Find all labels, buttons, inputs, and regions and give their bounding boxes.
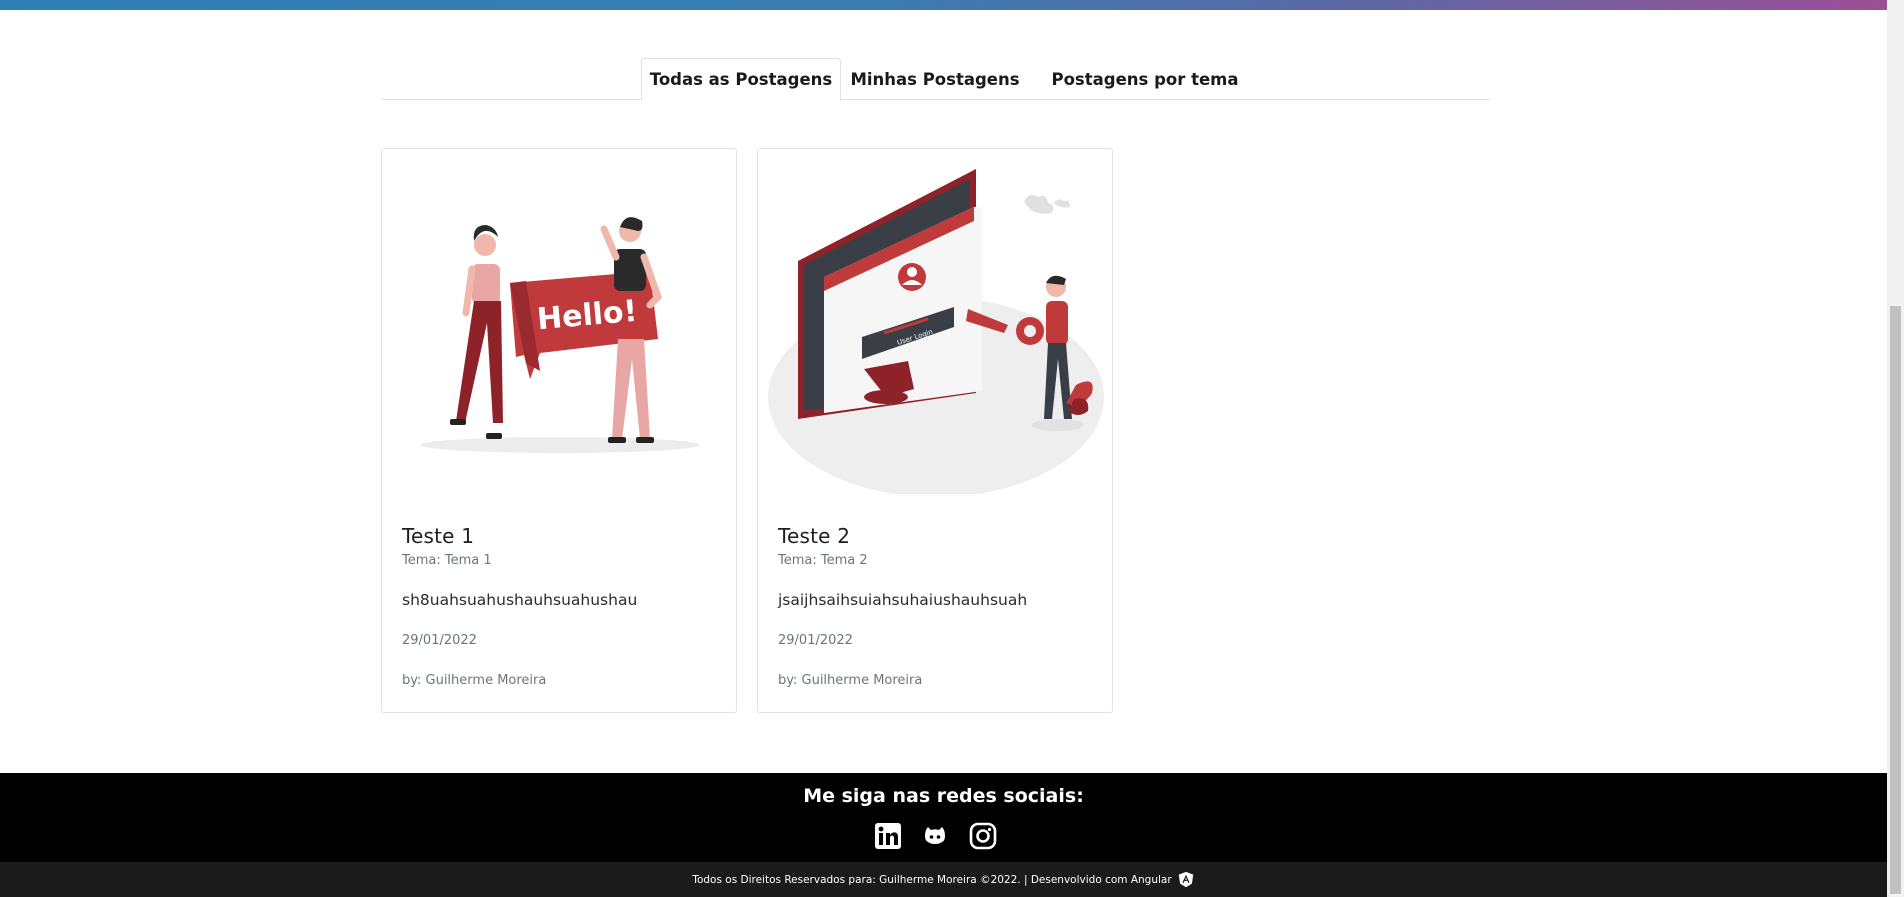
instagram-icon[interactable] [969,822,997,850]
post-text: sh8uahsuahushauhsuahushau [402,591,638,609]
post-tabs: Todas as Postagens Minhas Postagens Post… [381,58,1490,101]
copyright: Todos os Direitos Reservados para: Guilh… [0,862,1887,897]
footer: Me siga nas redes sociais: [0,773,1887,862]
top-gradient-bar [0,0,1887,10]
post-author: by: Guilherme Moreira [778,673,923,688]
user-login-illustration: User Login [768,169,1104,494]
post-card: User Login Teste 2 Tema: Tema 2 jsaijhsa… [757,148,1113,713]
post-text: jsaijhsaihsuiahsuhaiushauhsuah [778,591,1028,609]
post-card: Hello! Teste 1 Tema: Tema 1 sh8uahsuahus… [381,148,737,713]
post-theme: Tema: Tema 2 [778,553,868,568]
post-title: Teste 2 [778,524,851,548]
tab-my-posts[interactable]: Minhas Postagens [841,58,1029,100]
post-theme: Tema: Tema 1 [402,553,492,568]
post-title: Teste 1 [402,524,475,548]
post-date: 29/01/2022 [402,633,477,648]
angular-icon [1178,871,1193,887]
scrollbar-thumb[interactable] [1890,306,1901,894]
linkedin-icon[interactable] [874,822,902,850]
hello-illustration: Hello! [420,217,700,453]
footer-heading: Me siga nas redes sociais: [803,785,1084,807]
page-scrollbar[interactable] [1887,0,1904,897]
footer-bottom: Todos os Direitos Reservados para: Guilh… [0,862,1887,897]
copyright-text: Todos os Direitos Reservados para: Guilh… [692,873,1172,886]
post-date: 29/01/2022 [778,633,853,648]
github-icon[interactable] [921,822,949,850]
page: Todas as Postagens Minhas Postagens Post… [0,0,1887,897]
tab-posts-by-theme[interactable]: Postagens por tema [1029,58,1261,100]
post-author: by: Guilherme Moreira [402,673,547,688]
tab-all-posts[interactable]: Todas as Postagens [641,58,841,101]
